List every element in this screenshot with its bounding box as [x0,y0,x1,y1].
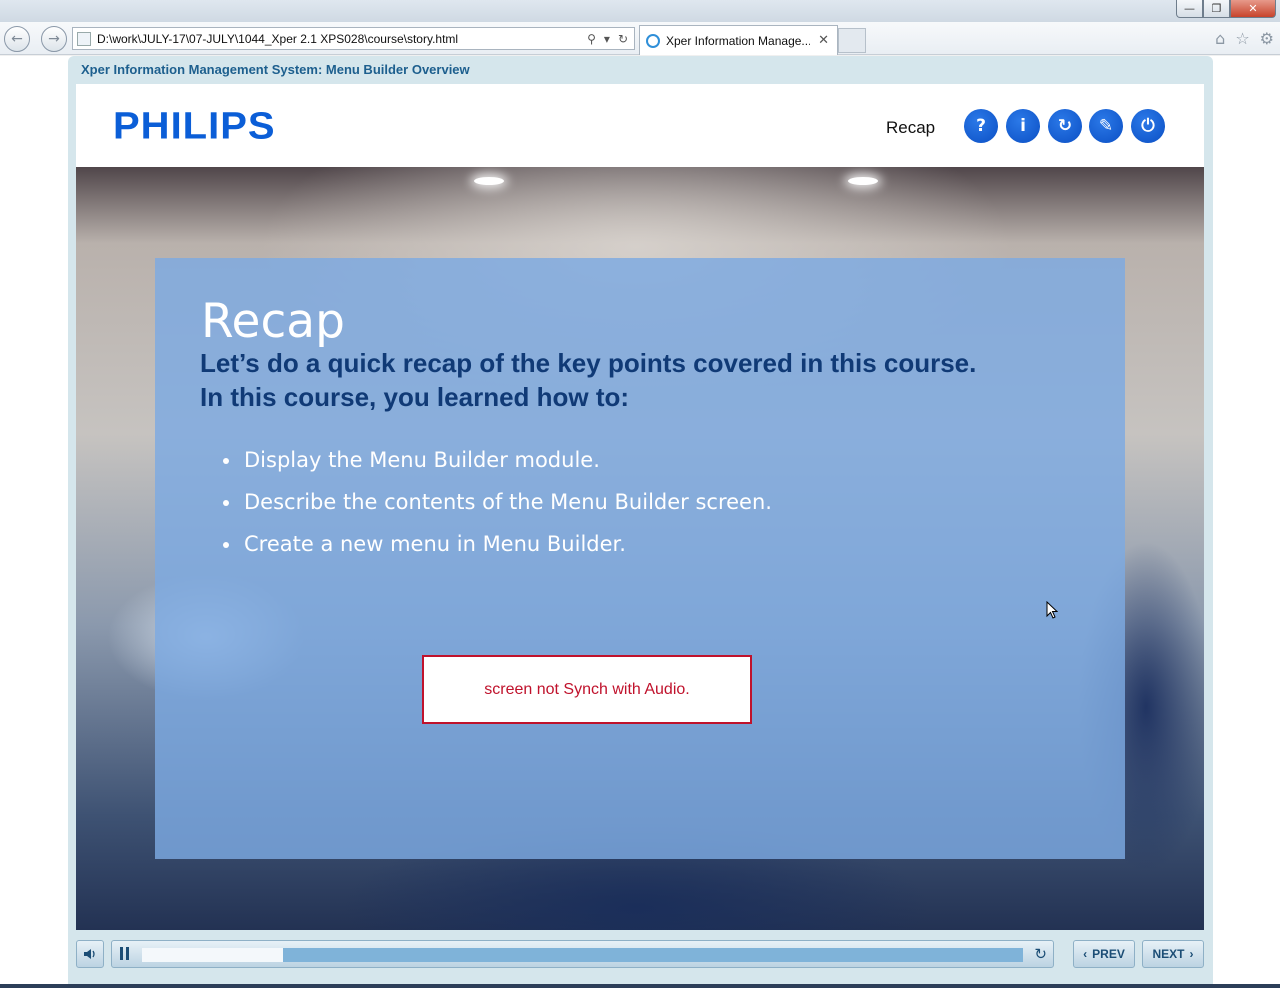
ie-logo-icon [646,33,660,48]
volume-button[interactable] [76,940,104,968]
content-panel: Recap Let’s do a quick recap of the key … [155,258,1125,859]
pen-icon[interactable]: ✎ [1089,109,1123,143]
browser-navbar: ← → D:\work\JULY-17\07-JULY\1044_Xper 2.… [0,22,1280,55]
progress-track[interactable] [142,948,1023,962]
info-icon[interactable]: i [1006,109,1040,143]
header-section-title: Recap [886,118,936,137]
chevron-right-icon: › [1189,947,1194,961]
tab-title: Xper Information Manage... [666,33,811,48]
seekbar: ↻ [111,940,1054,968]
learning-points-list: Display the Menu Builder module. Describ… [223,448,772,574]
new-tab-button[interactable] [838,28,866,53]
forward-arrow-icon[interactable]: → [41,26,67,52]
replay-icon[interactable]: ↻ [1048,109,1082,143]
address-tools: ⚲ ▾ ↻ [587,32,634,46]
progress-fill [142,948,283,962]
list-item: Describe the contents of the Menu Builde… [223,490,772,532]
close-tab-icon[interactable]: ✕ [810,33,837,48]
restore-button[interactable]: ❐ [1203,0,1230,18]
next-button[interactable]: NEXT › [1142,940,1204,968]
page-icon [77,31,91,46]
dropdown-arrow-icon[interactable]: ▾ [604,32,610,46]
power-icon[interactable]: ⏻ [1131,109,1165,143]
slide-header: PHILIPS Recap ? i ↻ ✎ ⏻ [76,84,1204,167]
star-icon[interactable]: ☆ [1235,29,1249,48]
slide-heading: Recap [201,294,345,349]
slide-stage: Recap Let’s do a quick recap of the key … [76,167,1204,930]
address-url[interactable]: D:\work\JULY-17\07-JULY\1044_Xper 2.1 XP… [97,32,587,46]
close-window-button[interactable]: ✕ [1230,0,1276,18]
back-arrow-icon[interactable]: ← [4,26,30,52]
browser-viewport: Xper Information Management System: Menu… [0,56,1280,988]
minimize-button[interactable]: — [1176,0,1203,18]
speaker-icon [84,949,95,959]
next-label: NEXT [1152,947,1185,961]
intro-line-1: Let’s do a quick recap of the key points… [200,348,977,378]
philips-logo: PHILIPS [113,105,276,147]
list-item: Display the Menu Builder module. [223,448,772,490]
help-icon[interactable]: ? [964,109,998,143]
replay-slide-icon[interactable]: ↻ [1034,945,1047,963]
home-icon[interactable]: ⌂ [1215,29,1225,48]
window-controls: — ❐ ✕ [1176,0,1276,18]
prev-button[interactable]: ‹ PREV [1073,940,1135,968]
taskbar-edge [0,984,1280,988]
address-bar[interactable]: D:\work\JULY-17\07-JULY\1044_Xper 2.1 XP… [72,27,635,50]
search-icon[interactable]: ⚲ [587,32,596,46]
browser-tab[interactable]: Xper Information Manage... ✕ [639,25,838,55]
review-note: screen not Synch with Audio. [422,655,752,724]
prev-label: PREV [1092,947,1125,961]
browser-toolbar-right: ⌂ ☆ ⚙ [1215,29,1274,48]
ceiling-light [848,177,878,185]
ceiling-light [474,177,504,185]
mouse-cursor-icon [1046,601,1058,619]
window-titlebar: — ❐ ✕ [0,0,1280,22]
player-controls: ↻ ‹ PREV NEXT › [76,940,1204,970]
gear-icon[interactable]: ⚙ [1260,29,1274,48]
course-player: Xper Information Management System: Menu… [68,56,1213,988]
course-title: Xper Information Management System: Menu… [81,62,470,77]
intro-line-2: In this course, you learned how to: [200,382,630,412]
refresh-icon[interactable]: ↻ [618,32,628,46]
list-item: Create a new menu in Menu Builder. [223,532,772,574]
pause-icon[interactable] [120,947,134,961]
chevron-left-icon: ‹ [1083,947,1088,961]
